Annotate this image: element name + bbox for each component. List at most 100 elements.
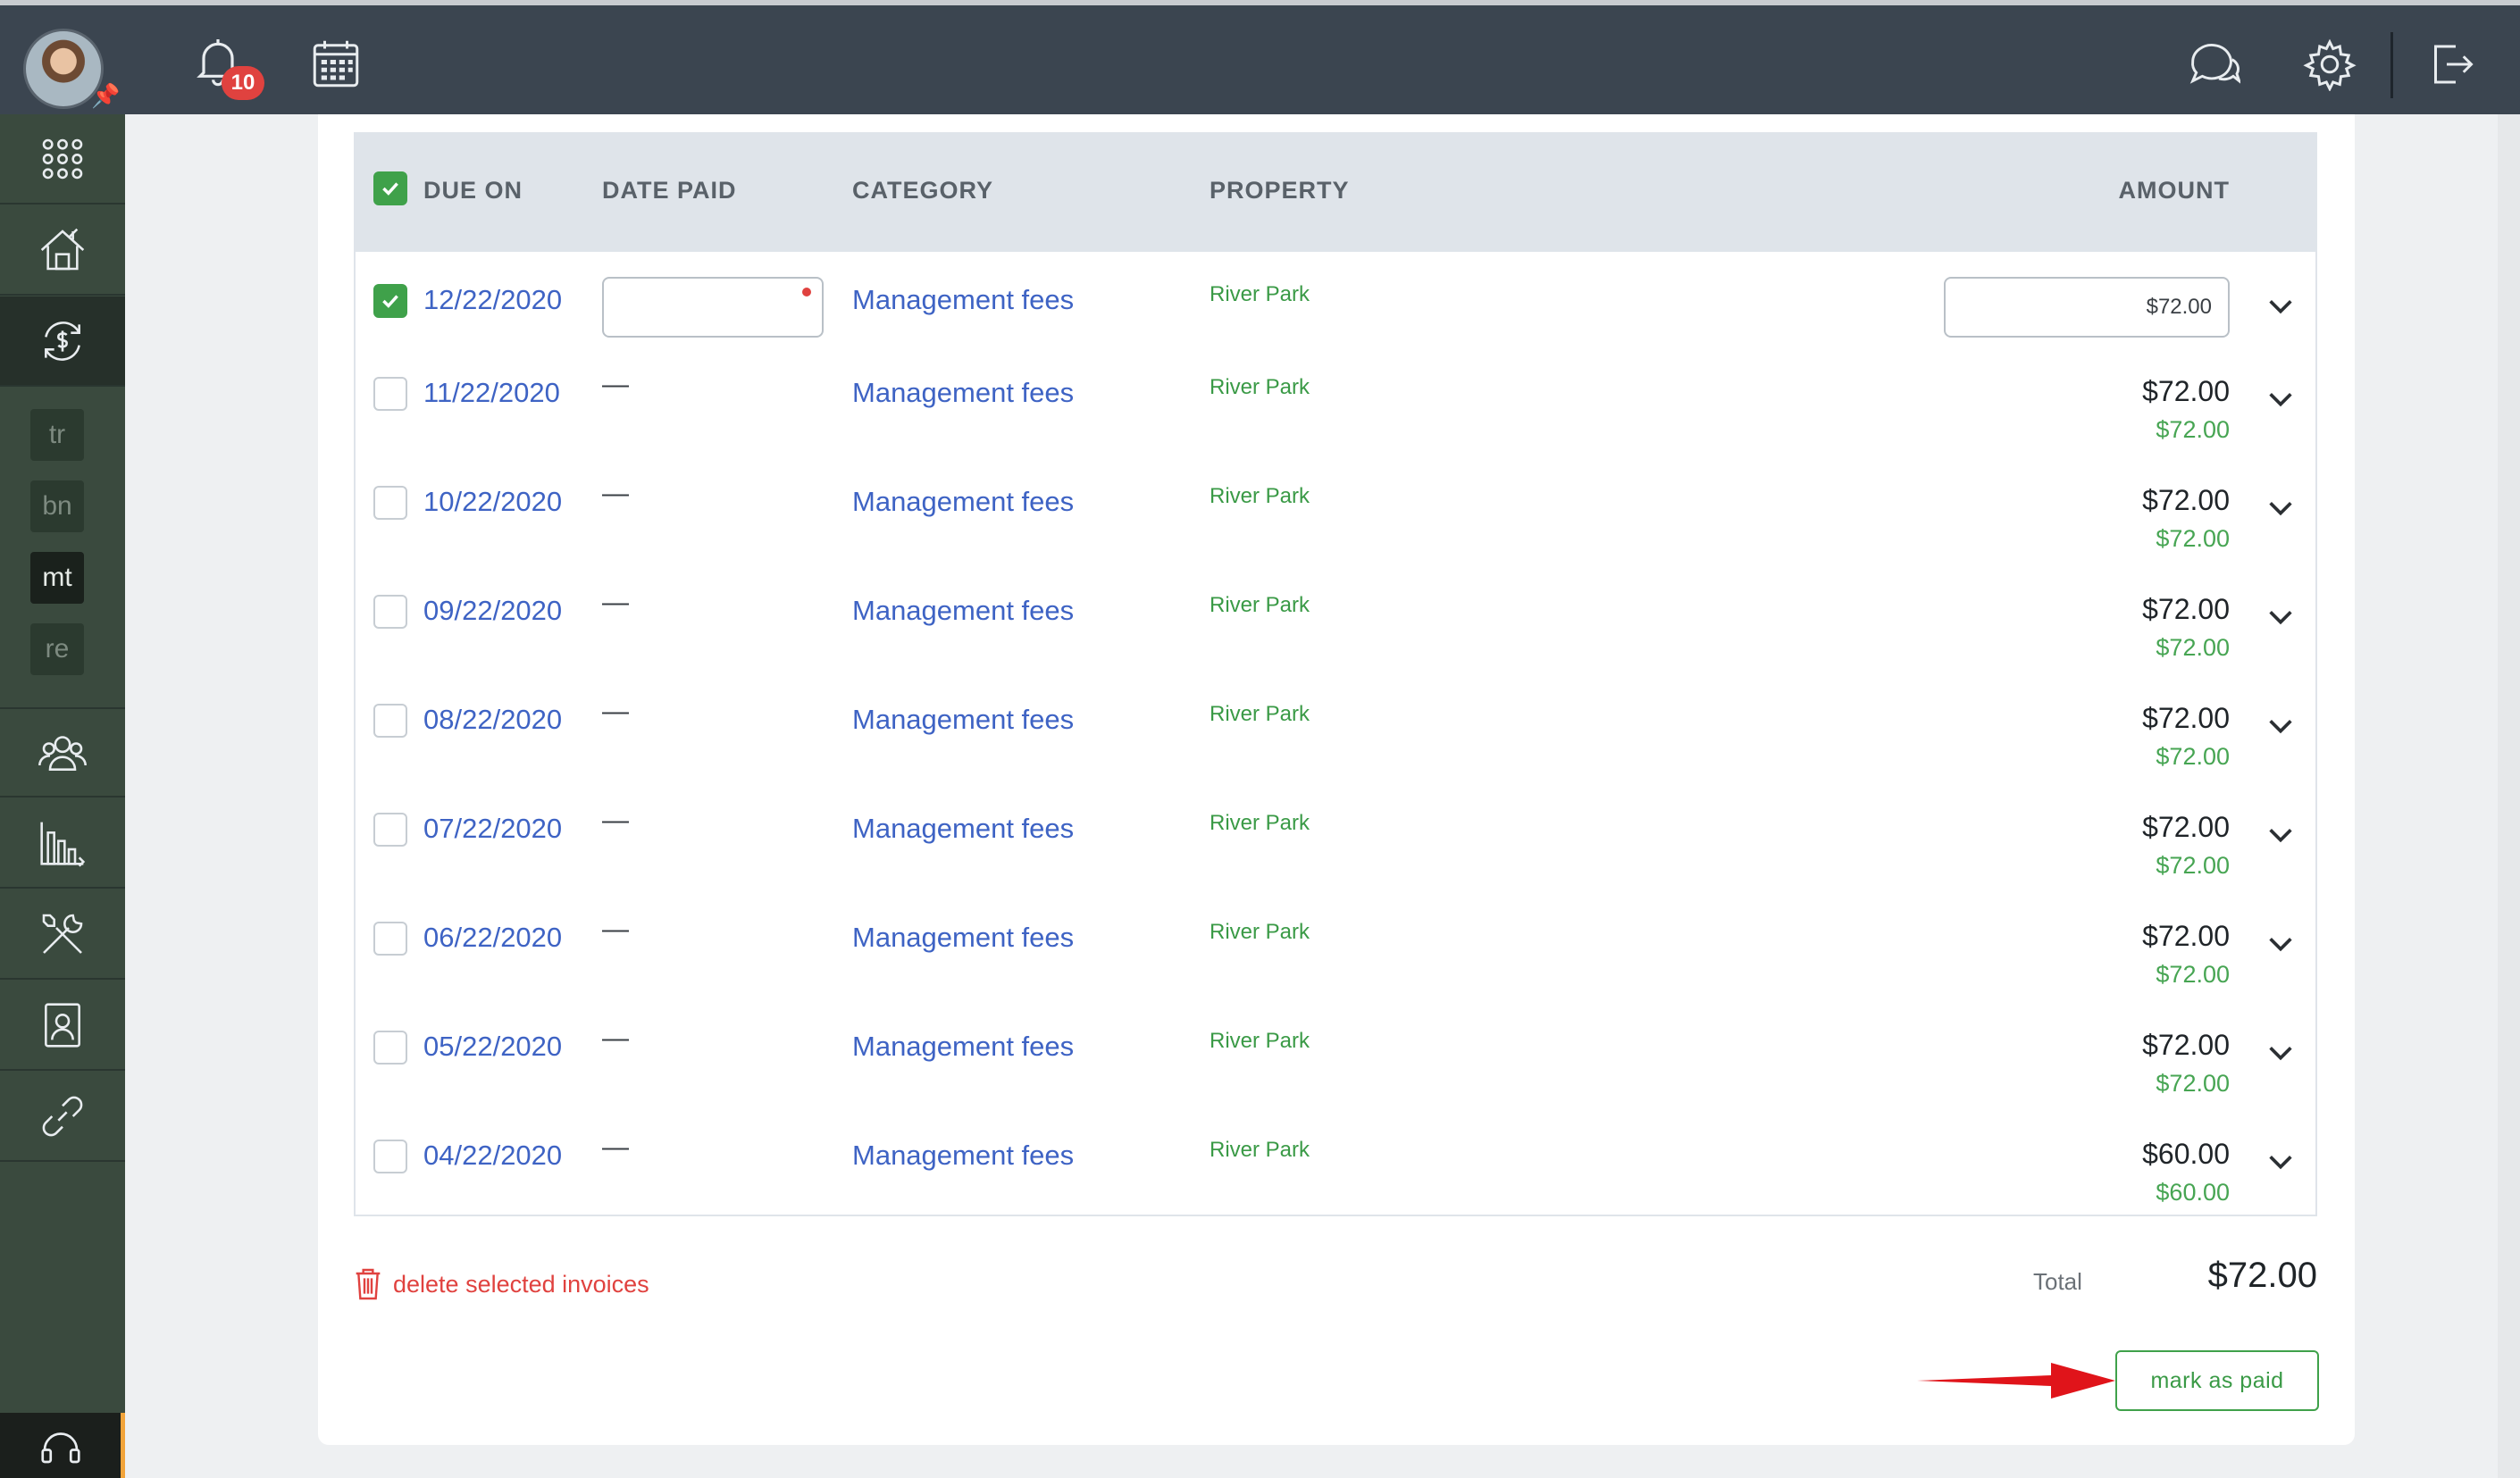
sidebar-item-properties[interactable] xyxy=(0,205,125,296)
table-header: DUE ON DATE PAID CATEGORY PROPERTY AMOUN… xyxy=(356,134,2315,252)
row-checkbox[interactable] xyxy=(373,704,407,738)
tools-icon xyxy=(42,914,83,954)
chevron-down-icon[interactable] xyxy=(2265,1038,2296,1068)
property-label: River Park xyxy=(1210,702,1310,726)
row-checkbox[interactable] xyxy=(373,1140,407,1173)
mark-as-paid-button[interactable]: mark as paid xyxy=(2115,1350,2319,1411)
amount-value: $60.00 xyxy=(2142,1138,2230,1170)
logout-icon[interactable] xyxy=(2424,38,2478,91)
category-link[interactable]: Management fees xyxy=(852,922,1074,954)
row-checkbox[interactable] xyxy=(373,284,407,318)
row-checkbox[interactable] xyxy=(373,1031,407,1065)
property-label: River Park xyxy=(1210,811,1310,835)
category-link[interactable]: Management fees xyxy=(852,377,1074,409)
calendar-icon[interactable] xyxy=(309,38,363,91)
header-date-paid[interactable]: DATE PAID xyxy=(602,177,737,205)
check-icon xyxy=(382,182,398,196)
people-icon xyxy=(38,735,87,771)
category-link[interactable]: Management fees xyxy=(852,486,1074,518)
due-date-link[interactable]: 04/22/2020 xyxy=(423,1140,562,1172)
amount-value: $72.00 xyxy=(2142,702,2230,734)
amount-value: $72.00 xyxy=(2142,375,2230,407)
property-label: River Park xyxy=(1210,920,1310,944)
select-all-checkbox[interactable] xyxy=(373,171,407,205)
category-link[interactable]: Management fees xyxy=(852,704,1074,736)
sidebar-item-maintenance[interactable] xyxy=(0,889,125,980)
amount-paid-value: $72.00 xyxy=(2156,1070,2230,1097)
amount-paid-value: $72.00 xyxy=(2156,743,2230,770)
amount-value: $72.00 xyxy=(2142,593,2230,625)
sidebar-sub-re[interactable]: re xyxy=(30,623,84,675)
total-value: $72.00 xyxy=(2207,1256,2317,1295)
chevron-down-icon[interactable] xyxy=(2265,711,2296,741)
row-checkbox[interactable] xyxy=(373,922,407,956)
top-bar: 📌 10 xyxy=(0,0,2520,114)
amount-paid-value: $60.00 xyxy=(2156,1179,2230,1206)
chat-icon[interactable] xyxy=(2183,36,2242,93)
chevron-down-icon[interactable] xyxy=(2265,820,2296,850)
chevron-down-icon[interactable] xyxy=(2265,291,2296,321)
total-label: Total xyxy=(2033,1268,2082,1295)
table-row: 08/22/2020 — Management fees River Park … xyxy=(356,684,2315,793)
category-link[interactable]: Management fees xyxy=(852,813,1074,845)
category-link[interactable]: Management fees xyxy=(852,1140,1074,1172)
table-row: 05/22/2020 — Management fees River Park … xyxy=(356,1011,2315,1120)
category-link[interactable]: Management fees xyxy=(852,284,1074,316)
sidebar-sub-mt[interactable]: mt xyxy=(30,552,84,604)
property-label: River Park xyxy=(1210,375,1310,399)
table-row: 07/22/2020 — Management fees River Park … xyxy=(356,793,2315,902)
row-checkbox[interactable] xyxy=(373,595,407,629)
sidebar-item-links[interactable] xyxy=(0,1072,125,1162)
headset-icon xyxy=(40,1432,80,1463)
property-label: River Park xyxy=(1210,593,1310,617)
due-date-link[interactable]: 10/22/2020 xyxy=(423,486,562,518)
chevron-down-icon[interactable] xyxy=(2265,384,2296,414)
category-link[interactable]: Management fees xyxy=(852,595,1074,627)
sidebar-item-accounting[interactable] xyxy=(0,296,125,387)
header-amount[interactable]: AMOUNT xyxy=(2119,177,2230,205)
amount-paid-value: $72.00 xyxy=(2156,852,2230,879)
sidebar-item-reports[interactable] xyxy=(0,798,125,889)
due-date-link[interactable]: 12/22/2020 xyxy=(423,284,562,316)
date-paid-input[interactable] xyxy=(602,277,824,338)
contact-card-icon xyxy=(45,1002,80,1048)
link-icon xyxy=(42,1096,83,1136)
due-date-link[interactable]: 09/22/2020 xyxy=(423,595,562,627)
row-checkbox[interactable] xyxy=(373,813,407,847)
due-date-link[interactable]: 11/22/2020 xyxy=(423,377,560,409)
sidebar-item-apps[interactable] xyxy=(0,114,125,205)
due-date-link[interactable]: 07/22/2020 xyxy=(423,813,562,845)
trash-icon xyxy=(356,1268,381,1300)
gear-icon[interactable] xyxy=(2303,38,2357,92)
chevron-down-icon[interactable] xyxy=(2265,1147,2296,1177)
amount-input[interactable] xyxy=(1944,277,2230,338)
delete-selected-label: delete selected invoices xyxy=(393,1270,649,1298)
page-scrollbar[interactable] xyxy=(2498,114,2520,1478)
due-date-link[interactable]: 08/22/2020 xyxy=(423,704,562,736)
sidebar-sub-bn[interactable]: bn xyxy=(30,480,84,532)
row-checkbox[interactable] xyxy=(373,486,407,520)
pin-icon[interactable]: 📌 xyxy=(91,82,120,109)
chevron-down-icon[interactable] xyxy=(2265,602,2296,632)
header-due-on[interactable]: DUE ON xyxy=(423,177,523,205)
header-property[interactable]: PROPERTY xyxy=(1210,177,1350,205)
support-button[interactable] xyxy=(0,1413,125,1478)
invoice-table: DUE ON DATE PAID CATEGORY PROPERTY AMOUN… xyxy=(354,132,2317,1216)
amount-paid-value: $72.00 xyxy=(2156,416,2230,443)
delete-selected-button[interactable]: delete selected invoices xyxy=(354,1265,649,1304)
row-checkbox[interactable] xyxy=(373,377,407,411)
sidebar-item-people[interactable] xyxy=(0,707,125,797)
sidebar-sub-tr[interactable]: tr xyxy=(30,409,84,461)
category-link[interactable]: Management fees xyxy=(852,1031,1074,1063)
header-category[interactable]: CATEGORY xyxy=(852,177,993,205)
house-icon xyxy=(40,228,85,270)
chevron-down-icon[interactable] xyxy=(2265,929,2296,959)
due-date-link[interactable]: 06/22/2020 xyxy=(423,922,562,954)
due-date-link[interactable]: 05/22/2020 xyxy=(423,1031,562,1063)
chevron-down-icon[interactable] xyxy=(2265,493,2296,523)
amount-value: $72.00 xyxy=(2142,1029,2230,1061)
amount-paid-value: $72.00 xyxy=(2156,634,2230,661)
amount-value: $72.00 xyxy=(2142,920,2230,952)
sidebar-item-contacts[interactable] xyxy=(0,981,125,1071)
table-row: 11/22/2020 — Management fees River Park … xyxy=(356,357,2315,466)
